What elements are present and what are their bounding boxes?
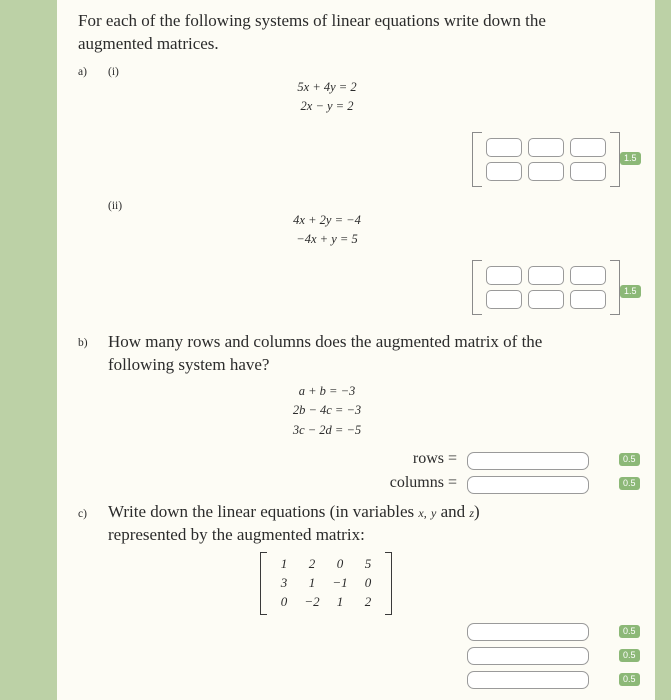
equation-line: 2x − y = 2 bbox=[300, 99, 354, 114]
part-b-label: b) bbox=[78, 337, 88, 349]
columns-input[interactable] bbox=[467, 476, 589, 494]
matrix-row bbox=[486, 162, 606, 181]
part-c-label: c) bbox=[78, 508, 87, 520]
matrix-cell-grid bbox=[482, 260, 610, 315]
intro-text: For each of the following systems of lin… bbox=[78, 11, 546, 53]
equation-line: −4x + y = 5 bbox=[296, 232, 358, 247]
matrix-row bbox=[486, 290, 606, 309]
answer-input-1[interactable] bbox=[467, 623, 589, 641]
variable-x: x, bbox=[418, 506, 427, 520]
part-a-ii-matrix-input bbox=[472, 260, 620, 315]
matrix-cell-r2c1[interactable] bbox=[486, 290, 522, 309]
matrix-cell-grid bbox=[482, 132, 610, 187]
equation-line: 2b − 4c = −3 bbox=[292, 403, 362, 418]
matrix-bracket-right bbox=[610, 132, 620, 187]
matrix-cell-r1c1[interactable] bbox=[486, 266, 522, 285]
part-c-text-mid: and bbox=[440, 502, 466, 521]
matrix-row: 1 2 0 5 bbox=[270, 555, 382, 574]
mark-badge-a-i: 1.5 bbox=[620, 152, 641, 165]
matrix-bracket-left bbox=[472, 132, 482, 187]
part-a-ii-label: (ii) bbox=[108, 200, 123, 212]
augmented-matrix-static: 1 2 0 5 3 1 −1 0 0 −2 1 2 bbox=[260, 552, 392, 615]
part-a-ii-equations: 4x + 2y = −4 −4x + y = 5 bbox=[237, 211, 417, 250]
matrix-row: 0 −2 1 2 bbox=[270, 593, 382, 612]
right-green-band bbox=[655, 0, 671, 700]
part-b-equations: a + b = −3 2b − 4c = −3 3c − 2d = −5 bbox=[237, 382, 417, 440]
equation-line: a + b = −3 bbox=[298, 384, 356, 398]
equation-line: 3c − 2d = −5 bbox=[292, 422, 362, 437]
mark-badge-a-ii: 1.5 bbox=[620, 285, 641, 298]
rows-input[interactable] bbox=[467, 452, 589, 470]
matrix-value-r1c1: 1 bbox=[280, 556, 288, 571]
matrix-bracket-right bbox=[385, 552, 392, 615]
answer-input-3[interactable] bbox=[467, 671, 589, 689]
matrix-bracket-right bbox=[610, 260, 620, 315]
matrix-row bbox=[486, 266, 606, 285]
matrix-number-grid: 1 2 0 5 3 1 −1 0 0 −2 1 2 bbox=[267, 552, 385, 615]
matrix-value-r2c4: 0 bbox=[364, 574, 372, 590]
matrix-value-r3c2: −2 bbox=[304, 593, 320, 609]
matrix-cell-r1c3[interactable] bbox=[570, 266, 606, 285]
matrix-cell-r1c2[interactable] bbox=[528, 138, 564, 157]
equation-line: 4x + 2y = −4 bbox=[293, 213, 361, 227]
matrix-cell-r1c2[interactable] bbox=[528, 266, 564, 285]
matrix-bracket-left bbox=[472, 260, 482, 315]
variable-y: y bbox=[431, 506, 437, 520]
left-green-band bbox=[0, 0, 57, 700]
matrix-value-r1c3: 0 bbox=[336, 556, 344, 571]
matrix-cell-r2c3[interactable] bbox=[570, 162, 606, 181]
matrix-value-r2c1: 3 bbox=[280, 574, 288, 590]
question-page: For each of the following systems of lin… bbox=[57, 0, 655, 700]
matrix-value-r2c2: 1 bbox=[308, 574, 316, 590]
mark-badge-c-3: 0.5 bbox=[619, 673, 640, 686]
matrix-value-r1c2: 2 bbox=[308, 556, 316, 571]
equation-line: 5x + 4y = 2 bbox=[297, 80, 357, 94]
part-b-text: How many rows and columns does the augme… bbox=[108, 332, 543, 374]
matrix-value-r3c3: 1 bbox=[336, 593, 344, 609]
matrix-cell-r1c3[interactable] bbox=[570, 138, 606, 157]
matrix-value-r1c4: 5 bbox=[364, 556, 372, 571]
matrix-cell-r2c2[interactable] bbox=[528, 290, 564, 309]
matrix-cell-r1c1[interactable] bbox=[486, 138, 522, 157]
part-c-text: Write down the linear equations (in vari… bbox=[108, 501, 558, 547]
part-a-i-label: (i) bbox=[108, 66, 119, 78]
matrix-value-r3c1: 0 bbox=[280, 593, 288, 609]
matrix-value-r2c3: −1 bbox=[332, 574, 348, 590]
matrix-bracket-left bbox=[260, 552, 267, 615]
matrix-cell-r2c1[interactable] bbox=[486, 162, 522, 181]
part-a-i-matrix-input bbox=[472, 132, 620, 187]
matrix-value-r3c4: 2 bbox=[364, 593, 372, 609]
rows-label: rows = bbox=[412, 450, 457, 467]
answer-input-2[interactable] bbox=[467, 647, 589, 665]
part-c-text-line2: represented by the augmented matrix: bbox=[108, 524, 365, 544]
mark-badge-c-2: 0.5 bbox=[619, 649, 640, 662]
mark-badge-b-rows: 0.5 bbox=[619, 453, 640, 466]
matrix-row bbox=[486, 138, 606, 157]
matrix-cell-r2c3[interactable] bbox=[570, 290, 606, 309]
matrix-row: 3 1 −1 0 bbox=[270, 574, 382, 593]
mark-badge-c-1: 0.5 bbox=[619, 625, 640, 638]
columns-label: columns = bbox=[389, 474, 457, 491]
part-a-i-equations: 5x + 4y = 2 2x − y = 2 bbox=[237, 78, 417, 117]
part-c-text-after: ) bbox=[474, 502, 480, 521]
part-a-label: a) bbox=[78, 66, 87, 78]
mark-badge-b-columns: 0.5 bbox=[619, 477, 640, 490]
part-c-text-before: Write down the linear equations (in vari… bbox=[108, 502, 415, 521]
matrix-cell-r2c2[interactable] bbox=[528, 162, 564, 181]
